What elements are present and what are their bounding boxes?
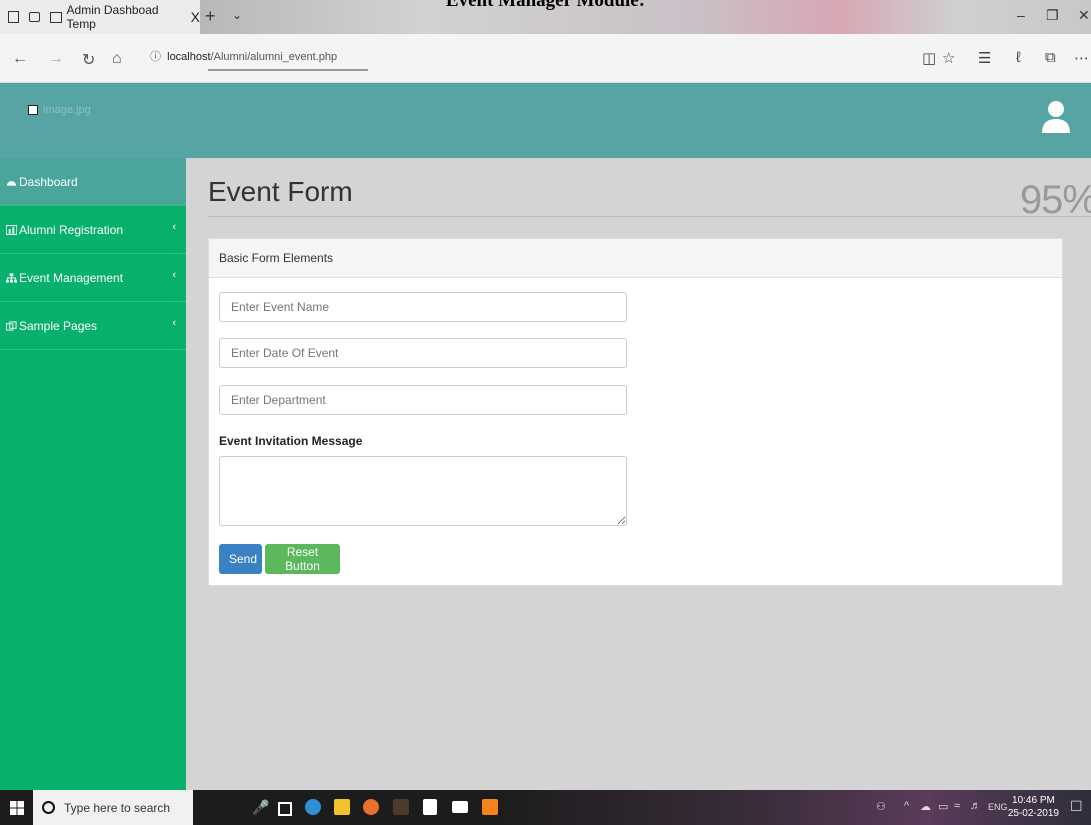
firefox-icon[interactable] <box>363 799 379 815</box>
volume-icon[interactable]: ♬ <box>970 800 981 812</box>
sidebar-item-label: Event Management <box>19 270 124 285</box>
app-header: image.jpg <box>0 83 1091 158</box>
favorites-hub-icon[interactable]: ☰ <box>978 49 991 67</box>
sidebar-item-alumni-registration[interactable]: Alumni Registration ‹ <box>0 206 186 254</box>
chevron-left-icon: ‹ <box>172 317 176 329</box>
sidebar-item-dashboard[interactable]: Dashboard <box>0 158 186 206</box>
sidebar-item-label: Alumni Registration <box>19 222 124 237</box>
tab-manager-icon[interactable] <box>8 11 20 23</box>
page-title: Event Form <box>208 176 353 207</box>
store-icon[interactable] <box>423 799 437 815</box>
forward-arrow-icon[interactable]: → <box>48 50 64 68</box>
invitation-message-textarea[interactable] <box>219 456 627 526</box>
windows-start-icon[interactable] <box>10 801 24 815</box>
edge-icon[interactable] <box>305 799 321 815</box>
sitemap-icon <box>6 272 17 283</box>
tray-app-icon[interactable]: ☁ <box>920 800 931 813</box>
taskbar-search[interactable]: Type here to search <box>33 790 193 825</box>
message-label: Event Invitation Message <box>219 434 363 448</box>
wifi-icon[interactable]: ≈ <box>954 800 960 812</box>
broken-image-icon <box>28 105 38 115</box>
sidebar: Dashboard Alumni Registration ‹ Event Ma… <box>0 158 186 790</box>
event-date-input[interactable] <box>219 338 627 368</box>
cortana-icon <box>42 801 55 814</box>
url-field[interactable]: ⓘ localhost/Alumni/alumni_event.php <box>150 48 337 64</box>
home-icon[interactable]: ⌂ <box>112 50 122 68</box>
battery-icon[interactable]: ▭ <box>938 800 948 813</box>
department-input[interactable] <box>219 385 627 415</box>
refresh-icon[interactable]: ↻ <box>82 50 95 70</box>
document-caption: Event Manager Module: <box>445 0 646 11</box>
panel-heading: Basic Form Elements <box>209 239 1062 278</box>
address-bar: ← → ↻ ⌂ ⓘ localhost/Alumni/alumni_event.… <box>0 34 1091 83</box>
url-host: localhost <box>167 51 211 63</box>
winrar-icon[interactable] <box>393 799 409 815</box>
sidebar-item-sample-pages[interactable]: Sample Pages ‹ <box>0 302 186 350</box>
taskbar: Type here to search 🎤 ⚇ ^ ☁ ▭ ≈ ♬ ENG 10… <box>0 790 1091 825</box>
sidebar-item-label: Sample Pages <box>19 318 98 333</box>
microphone-icon[interactable]: 🎤 <box>252 799 269 815</box>
search-placeholder: Type here to search <box>64 800 171 815</box>
url-underline <box>208 69 368 71</box>
clock-time: 10:46 PM <box>1012 795 1055 806</box>
people-icon[interactable]: ⚇ <box>876 800 886 813</box>
chevron-left-icon: ‹ <box>172 221 176 233</box>
sidebar-item-event-management[interactable]: Event Management ‹ <box>0 254 186 302</box>
notifications-icon[interactable]: ☐ <box>1070 798 1083 815</box>
show-hidden-icons-chevron-icon[interactable]: ^ <box>904 800 909 812</box>
page-tab-icon <box>50 11 62 23</box>
send-button[interactable]: Send <box>219 544 262 574</box>
main-content: Event Form 95% Basic Form Elements Event… <box>186 158 1091 790</box>
reset-button[interactable]: Reset Button <box>265 544 340 574</box>
dashboard-icon <box>6 180 17 186</box>
clock-date: 25-02-2019 <box>1007 808 1059 819</box>
task-view-icon[interactable] <box>278 802 292 816</box>
logo[interactable]: image.jpg <box>28 104 91 116</box>
info-icon[interactable]: ⓘ <box>150 51 161 63</box>
form-panel: Basic Form Elements Event Invitation Mes… <box>208 238 1063 586</box>
pen-icon[interactable]: ℓ <box>1016 49 1021 66</box>
chevron-left-icon: ‹ <box>172 269 176 281</box>
share-icon[interactable]: ⧉ <box>1045 49 1056 66</box>
logo-alt-text: image.jpg <box>43 104 91 116</box>
favorite-star-icon[interactable]: ☆ <box>942 49 955 67</box>
title-divider <box>208 216 1091 217</box>
event-name-input[interactable] <box>219 292 627 322</box>
back-arrow-icon[interactable]: ← <box>12 50 28 68</box>
chart-icon <box>6 224 17 235</box>
reading-view-icon[interactable]: ◫ <box>922 49 936 67</box>
clock[interactable]: 10:46 PM 25-02-2019 <box>1008 794 1059 820</box>
back-tabs-icon[interactable] <box>29 12 41 22</box>
mail-icon[interactable] <box>452 801 468 813</box>
url-path: /Alumni/alumni_event.php <box>210 51 338 63</box>
xampp-icon[interactable] <box>482 799 498 815</box>
language-indicator[interactable]: ENG <box>988 802 1008 812</box>
user-avatar-icon[interactable] <box>1040 99 1072 135</box>
pages-icon <box>6 320 17 331</box>
file-explorer-icon[interactable] <box>334 799 350 815</box>
more-icon[interactable]: ⋯ <box>1074 49 1089 67</box>
sidebar-item-label: Dashboard <box>19 174 78 189</box>
